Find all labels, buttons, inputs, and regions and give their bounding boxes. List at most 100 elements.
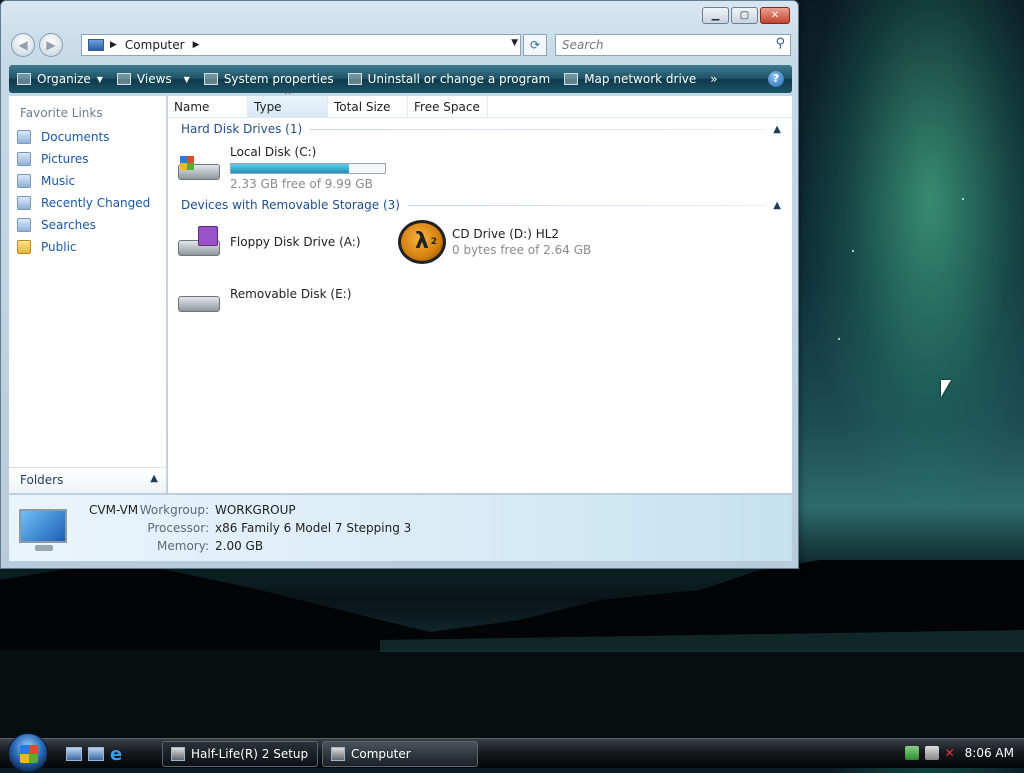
clock[interactable]: 8:06 AM bbox=[965, 746, 1014, 760]
drive-usage-bar bbox=[230, 163, 386, 174]
sidebar-item-recently-changed[interactable]: Recently Changed bbox=[9, 192, 166, 214]
drive-free-space: 2.33 GB free of 9.99 GB bbox=[230, 177, 373, 191]
desktop-mountains bbox=[0, 560, 1024, 740]
minimize-button[interactable]: ▁ bbox=[702, 7, 729, 24]
collapse-icon[interactable]: ▲ bbox=[773, 200, 781, 211]
star bbox=[838, 338, 840, 340]
folders-label: Folders bbox=[20, 473, 64, 487]
search-icon[interactable]: ⚲ bbox=[775, 36, 785, 51]
drive-cd-d[interactable]: λ2 CD Drive (D:) HL2 0 bytes free of 2.6… bbox=[398, 220, 591, 264]
network-icon[interactable] bbox=[924, 746, 939, 760]
setup-icon bbox=[171, 747, 185, 761]
views-label: Views bbox=[136, 72, 172, 86]
sidebar-item-label: Recently Changed bbox=[41, 196, 151, 210]
internet-explorer-icon[interactable]: e bbox=[110, 744, 122, 765]
address-dropdown-icon[interactable]: ▼ bbox=[511, 38, 518, 48]
show-desktop-icon[interactable] bbox=[66, 747, 82, 761]
volume-muted-icon[interactable]: ✕ bbox=[945, 746, 959, 760]
collapse-icon[interactable]: ▲ bbox=[773, 124, 781, 135]
column-total-size[interactable]: Total Size bbox=[328, 96, 408, 117]
folders-toggle[interactable]: Folders ▲ bbox=[9, 467, 166, 493]
sidebar-item-label: Pictures bbox=[41, 152, 89, 166]
windows-logo-icon bbox=[20, 745, 38, 763]
group-title: Hard Disk Drives (1) bbox=[181, 122, 303, 136]
system-properties-icon bbox=[203, 73, 218, 85]
detail-value: 2.00 GB bbox=[215, 539, 264, 553]
task-label: Half-Life(R) 2 Setup bbox=[191, 747, 309, 761]
hard-drive-icon bbox=[176, 154, 222, 182]
organize-label: Organize bbox=[37, 72, 91, 86]
refresh-button[interactable]: ⟳ bbox=[523, 34, 547, 56]
computer-name: CVM-VM bbox=[89, 503, 139, 517]
safely-remove-icon[interactable] bbox=[904, 746, 919, 760]
taskbar-button-half-life-2-setup[interactable]: Half-Life(R) 2 Setup bbox=[162, 741, 318, 767]
documents-icon bbox=[17, 130, 31, 144]
drive-floppy-a[interactable]: Floppy Disk Drive (A:) bbox=[176, 226, 361, 258]
computer-icon bbox=[15, 509, 73, 553]
system-properties-button[interactable]: System properties bbox=[203, 72, 334, 86]
column-name[interactable]: Name bbox=[168, 96, 248, 117]
help-icon[interactable]: ? bbox=[768, 71, 784, 87]
caption-buttons: ▁ ▢ ✕ bbox=[702, 7, 790, 24]
detail-value: WORKGROUP bbox=[215, 503, 296, 517]
star bbox=[962, 198, 964, 200]
computer-details: CVM-VM Workgroup: WORKGROUP Processor: x86… bbox=[89, 501, 411, 555]
sidebar-item-music[interactable]: Music bbox=[9, 170, 166, 192]
breadcrumb-computer[interactable]: Computer bbox=[125, 38, 185, 52]
uninstall-label: Uninstall or change a program bbox=[367, 72, 551, 86]
column-type[interactable]: Type bbox=[248, 91, 328, 117]
more-commands-button[interactable]: » bbox=[710, 72, 717, 86]
sidebar-item-label: Music bbox=[41, 174, 76, 188]
removable-drive-icon bbox=[176, 286, 222, 314]
sidebar-item-label: Searches bbox=[41, 218, 96, 232]
floppy-drive-icon bbox=[176, 226, 222, 258]
drive-local-disk-c[interactable]: Local Disk (C:) 2.33 GB free of 9.99 GB bbox=[176, 144, 386, 192]
taskbar-button-computer[interactable]: Computer bbox=[322, 741, 478, 767]
forward-button[interactable]: ▶ bbox=[39, 33, 63, 57]
detail-key: Processor: bbox=[147, 521, 209, 535]
switch-windows-icon[interactable] bbox=[88, 747, 104, 761]
back-button[interactable]: ◀ bbox=[11, 33, 35, 57]
column-free-space[interactable]: Free Space bbox=[408, 96, 488, 117]
breadcrumb-arrow-icon[interactable]: ▶ bbox=[110, 40, 117, 50]
detail-key: Memory: bbox=[157, 539, 209, 553]
music-icon bbox=[17, 174, 31, 188]
detail-row: Processor: x86 Family 6 Model 7 Stepping … bbox=[89, 519, 411, 537]
recently-changed-icon bbox=[17, 196, 31, 210]
sidebar-item-label: Public bbox=[41, 240, 77, 254]
map-network-drive-button[interactable]: Map network drive bbox=[564, 72, 696, 86]
drive-free-space: 0 bytes free of 2.64 GB bbox=[452, 243, 592, 257]
maximize-button[interactable]: ▢ bbox=[731, 7, 758, 24]
sidebar-item-public[interactable]: Public bbox=[9, 236, 166, 258]
search-input[interactable]: Search ⚲ bbox=[555, 34, 791, 56]
chevron-down-icon: ▼ bbox=[183, 74, 190, 84]
start-button[interactable] bbox=[8, 733, 48, 773]
views-icon bbox=[116, 73, 131, 85]
close-button[interactable]: ✕ bbox=[760, 7, 790, 24]
views-button[interactable]: Views ▼ bbox=[116, 72, 190, 86]
address-bar[interactable]: ▶ Computer ▶ ▼ bbox=[81, 34, 521, 56]
star bbox=[852, 250, 854, 252]
explorer-window: ▁ ▢ ✕ ◀ ▶ ▶ Computer ▶ ▼ ⟳ Search ⚲ Orga… bbox=[0, 0, 799, 569]
drive-removable-e[interactable]: Removable Disk (E:) bbox=[176, 282, 351, 314]
breadcrumb-arrow-icon[interactable]: ▶ bbox=[193, 40, 200, 50]
sidebar-item-pictures[interactable]: Pictures bbox=[9, 148, 166, 170]
sidebar-item-searches[interactable]: Searches bbox=[9, 214, 166, 236]
detail-row: Memory: 2.00 GB bbox=[89, 537, 411, 555]
group-header-hard-disk-drives[interactable]: Hard Disk Drives (1) ▲ bbox=[181, 122, 781, 136]
details-pane: CVM-VM Workgroup: WORKGROUP Processor: x86… bbox=[9, 495, 792, 561]
uninstall-program-button[interactable]: Uninstall or change a program bbox=[347, 72, 551, 86]
group-title: Devices with Removable Storage (3) bbox=[181, 198, 400, 212]
navigation-pane: Favorite Links Documents Pictures Music … bbox=[9, 96, 167, 493]
sidebar-item-label: Documents bbox=[41, 130, 110, 144]
task-label: Computer bbox=[351, 747, 411, 761]
group-header-removable-storage[interactable]: Devices with Removable Storage (3) ▲ bbox=[181, 198, 781, 212]
sidebar-item-documents[interactable]: Documents bbox=[9, 126, 166, 148]
search-placeholder: Search bbox=[562, 38, 604, 52]
searches-icon bbox=[17, 218, 31, 232]
uninstall-icon bbox=[347, 73, 362, 85]
organize-button[interactable]: Organize ▼ bbox=[17, 72, 103, 86]
drive-name: Floppy Disk Drive (A:) bbox=[230, 235, 361, 249]
pictures-icon bbox=[17, 152, 31, 166]
navigation-bar: ◀ ▶ ▶ Computer ▶ ▼ ⟳ Search ⚲ bbox=[9, 31, 792, 59]
